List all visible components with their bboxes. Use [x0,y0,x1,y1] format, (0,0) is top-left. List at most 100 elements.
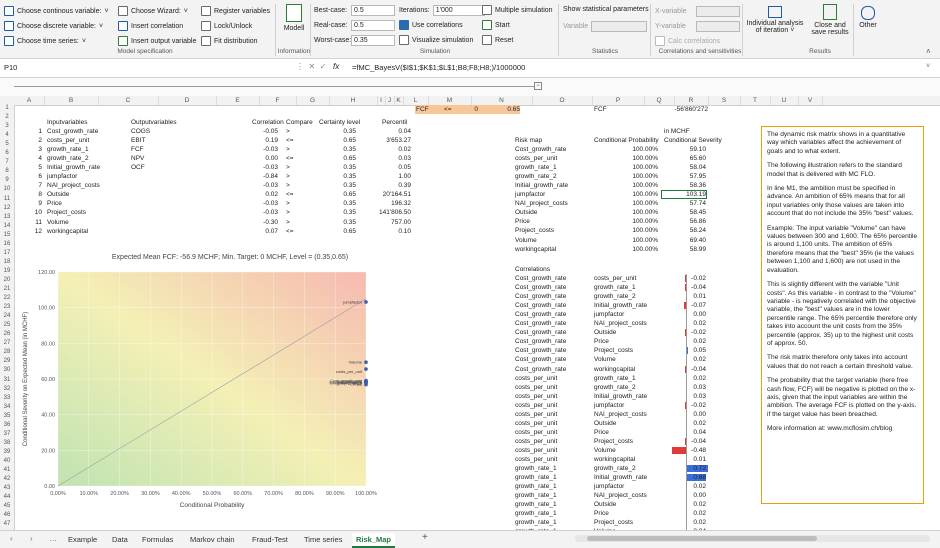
name-box[interactable]: P10 [4,63,64,72]
cell-corr-var-a[interactable]: Cost_growth_rate [515,337,566,346]
cell-corr-value[interactable]: 0.02 [674,374,706,383]
cell-output-name[interactable]: NPV [131,154,144,163]
cell-corr-var-b[interactable]: growth_rate_2 [594,464,636,473]
cell-cond-probability[interactable]: 100.00% [614,154,658,163]
column-header[interactable]: M [428,96,472,105]
row-header[interactable]: 42 [0,476,14,482]
choose-discrete-dropdown[interactable]: Choose discrete variable: ˅ [4,21,103,31]
column-header[interactable]: V [798,96,823,105]
insert-correlation-button[interactable]: Insert correlation [118,21,183,31]
row-header[interactable]: 31 [0,377,14,383]
cell-input-name[interactable]: Cost_growth_rate [47,127,98,136]
cell-corr-value[interactable]: 0.03 [674,383,706,392]
cell-corr-var-b[interactable]: Price [594,428,609,437]
cell-output-name[interactable]: OCF [131,163,145,172]
fit-distribution-button[interactable]: Fit distribution [201,36,258,46]
cell-corr-var-a[interactable]: costs_per_unit [515,446,557,455]
cell-percentil[interactable]: 3'653.27 [369,136,411,145]
cell-certainty[interactable]: 0.35 [334,199,356,208]
column-header[interactable]: L [403,96,429,105]
row-header[interactable]: 19 [0,268,14,274]
cell-index[interactable]: 10 [28,208,42,217]
row-header[interactable]: 18 [0,259,14,265]
cell-index[interactable]: 12 [28,227,42,236]
row-header[interactable]: 33 [0,395,14,401]
cell-certainty[interactable]: 0.35 [334,208,356,217]
cell-risk-variable[interactable]: Price [515,217,530,226]
choose-wizard-dropdown[interactable]: Choose Wizard: ˅ [118,6,188,16]
row-header[interactable]: 45 [0,503,14,509]
cell-corr-value[interactable]: 0.02 [674,482,706,491]
cell-corr-var-b[interactable]: growth_rate_1 [594,374,636,383]
cell-corr-var-a[interactable]: Cost_growth_rate [515,283,566,292]
cell-certainty[interactable]: 0.65 [334,190,356,199]
cell-certainty[interactable]: 0.65 [334,227,356,236]
cell-correlation[interactable]: -0.03 [254,208,278,217]
cell-compare[interactable]: > [286,145,290,154]
cell-percentil[interactable]: 0.02 [369,145,411,154]
row-header[interactable]: 43 [0,485,14,491]
cell-corr-value[interactable]: 0.01 [674,455,706,464]
cell-corr-var-b[interactable]: NAI_project_costs [594,410,647,419]
cell-cond-probability[interactable]: 100.00% [614,181,658,190]
cell-certainty[interactable]: 0.35 [334,145,356,154]
cell-cond-severity[interactable]: 56.86 [664,217,706,226]
row-header[interactable]: 8 [0,168,14,174]
cell-index[interactable]: 2 [28,136,42,145]
cell-cond-severity[interactable]: 57.74 [664,199,706,208]
cell-corr-var-b[interactable]: Initial_growth_rate [594,473,647,482]
cell-index[interactable]: 7 [28,181,42,190]
sheet-tab[interactable]: Fraud-Test [248,533,292,546]
start-button[interactable]: Start [482,20,510,30]
cell-corr-var-b[interactable]: jumpfactor [594,401,624,410]
cell-corr-value[interactable]: 0.02 [674,500,706,509]
register-variables-button[interactable]: Register variables [201,6,270,16]
row-header[interactable]: 36 [0,422,14,428]
cell-p1[interactable]: -56'860'272 [664,105,708,114]
cell-input-name[interactable]: Project_costs [47,208,86,217]
cell-corr-var-a[interactable]: Cost_growth_rate [515,301,566,310]
cell-corr-var-b[interactable]: Project_costs [594,518,633,527]
cell-corr-var-a[interactable]: costs_per_unit [515,374,557,383]
cell-corr-value[interactable]: 0.05 [674,346,706,355]
cell-correlation[interactable]: -0.84 [254,172,278,181]
cell-certainty[interactable]: 0.65 [334,136,356,145]
cell-corr-var-a[interactable]: Cost_growth_rate [515,355,566,364]
cell-corr-var-b[interactable]: costs_per_unit [594,274,636,283]
cell-corr-value[interactable]: -0.02 [674,328,706,337]
row-header[interactable]: 14 [0,223,14,229]
best-case-input[interactable]: 0.5 [351,5,395,16]
cell-input-name[interactable]: NAI_project_costs [47,181,100,190]
row-header[interactable]: 10 [0,186,14,192]
row-header[interactable]: 38 [0,440,14,446]
column-header[interactable]: D [158,96,217,105]
tab-prev-icon[interactable]: ‹ [10,534,13,543]
multiple-simulation-button[interactable]: Multiple simulation [482,5,553,15]
row-header[interactable]: 28 [0,349,14,355]
cell-risk-variable[interactable]: Volume [515,236,537,245]
cell-cond-probability[interactable]: 100.00% [614,163,658,172]
cell-corr-var-a[interactable]: Cost_growth_rate [515,328,566,337]
cell-corr-var-a[interactable]: Cost_growth_rate [515,274,566,283]
row-header[interactable]: 29 [0,358,14,364]
use-correlations-checkbox[interactable]: Use correlations [399,20,463,30]
cell-cond-probability[interactable]: 100.00% [614,172,658,181]
cell-corr-var-a[interactable]: growth_rate_1 [515,491,557,500]
cell-corr-var-a[interactable]: costs_per_unit [515,410,557,419]
row-header[interactable]: 34 [0,404,14,410]
cell-risk-variable[interactable]: jumpfactor [515,190,545,199]
data-point[interactable] [364,300,368,304]
cell-corr-var-a[interactable]: growth_rate_1 [515,500,557,509]
row-header[interactable]: 21 [0,286,14,292]
cell-corr-value[interactable]: 0.02 [674,355,706,364]
cell-correlation[interactable]: -0.30 [254,218,278,227]
sheet-tab[interactable]: Formulas [138,533,177,546]
cell-percentil[interactable]: 1.00 [369,172,411,181]
cell-corr-var-b[interactable]: Project_costs [594,437,633,446]
formula-input[interactable]: =fMC_BayesV($I$1;$K$1;$L$1;B8;F8;H8;)/10… [352,63,525,72]
cell-corr-value[interactable]: -0.04 [674,283,706,292]
cell-correlation[interactable]: -0.03 [254,163,278,172]
row-header[interactable]: 13 [0,214,14,220]
row-header[interactable]: 9 [0,177,14,183]
cell-corr-value[interactable]: 0.03 [674,392,706,401]
